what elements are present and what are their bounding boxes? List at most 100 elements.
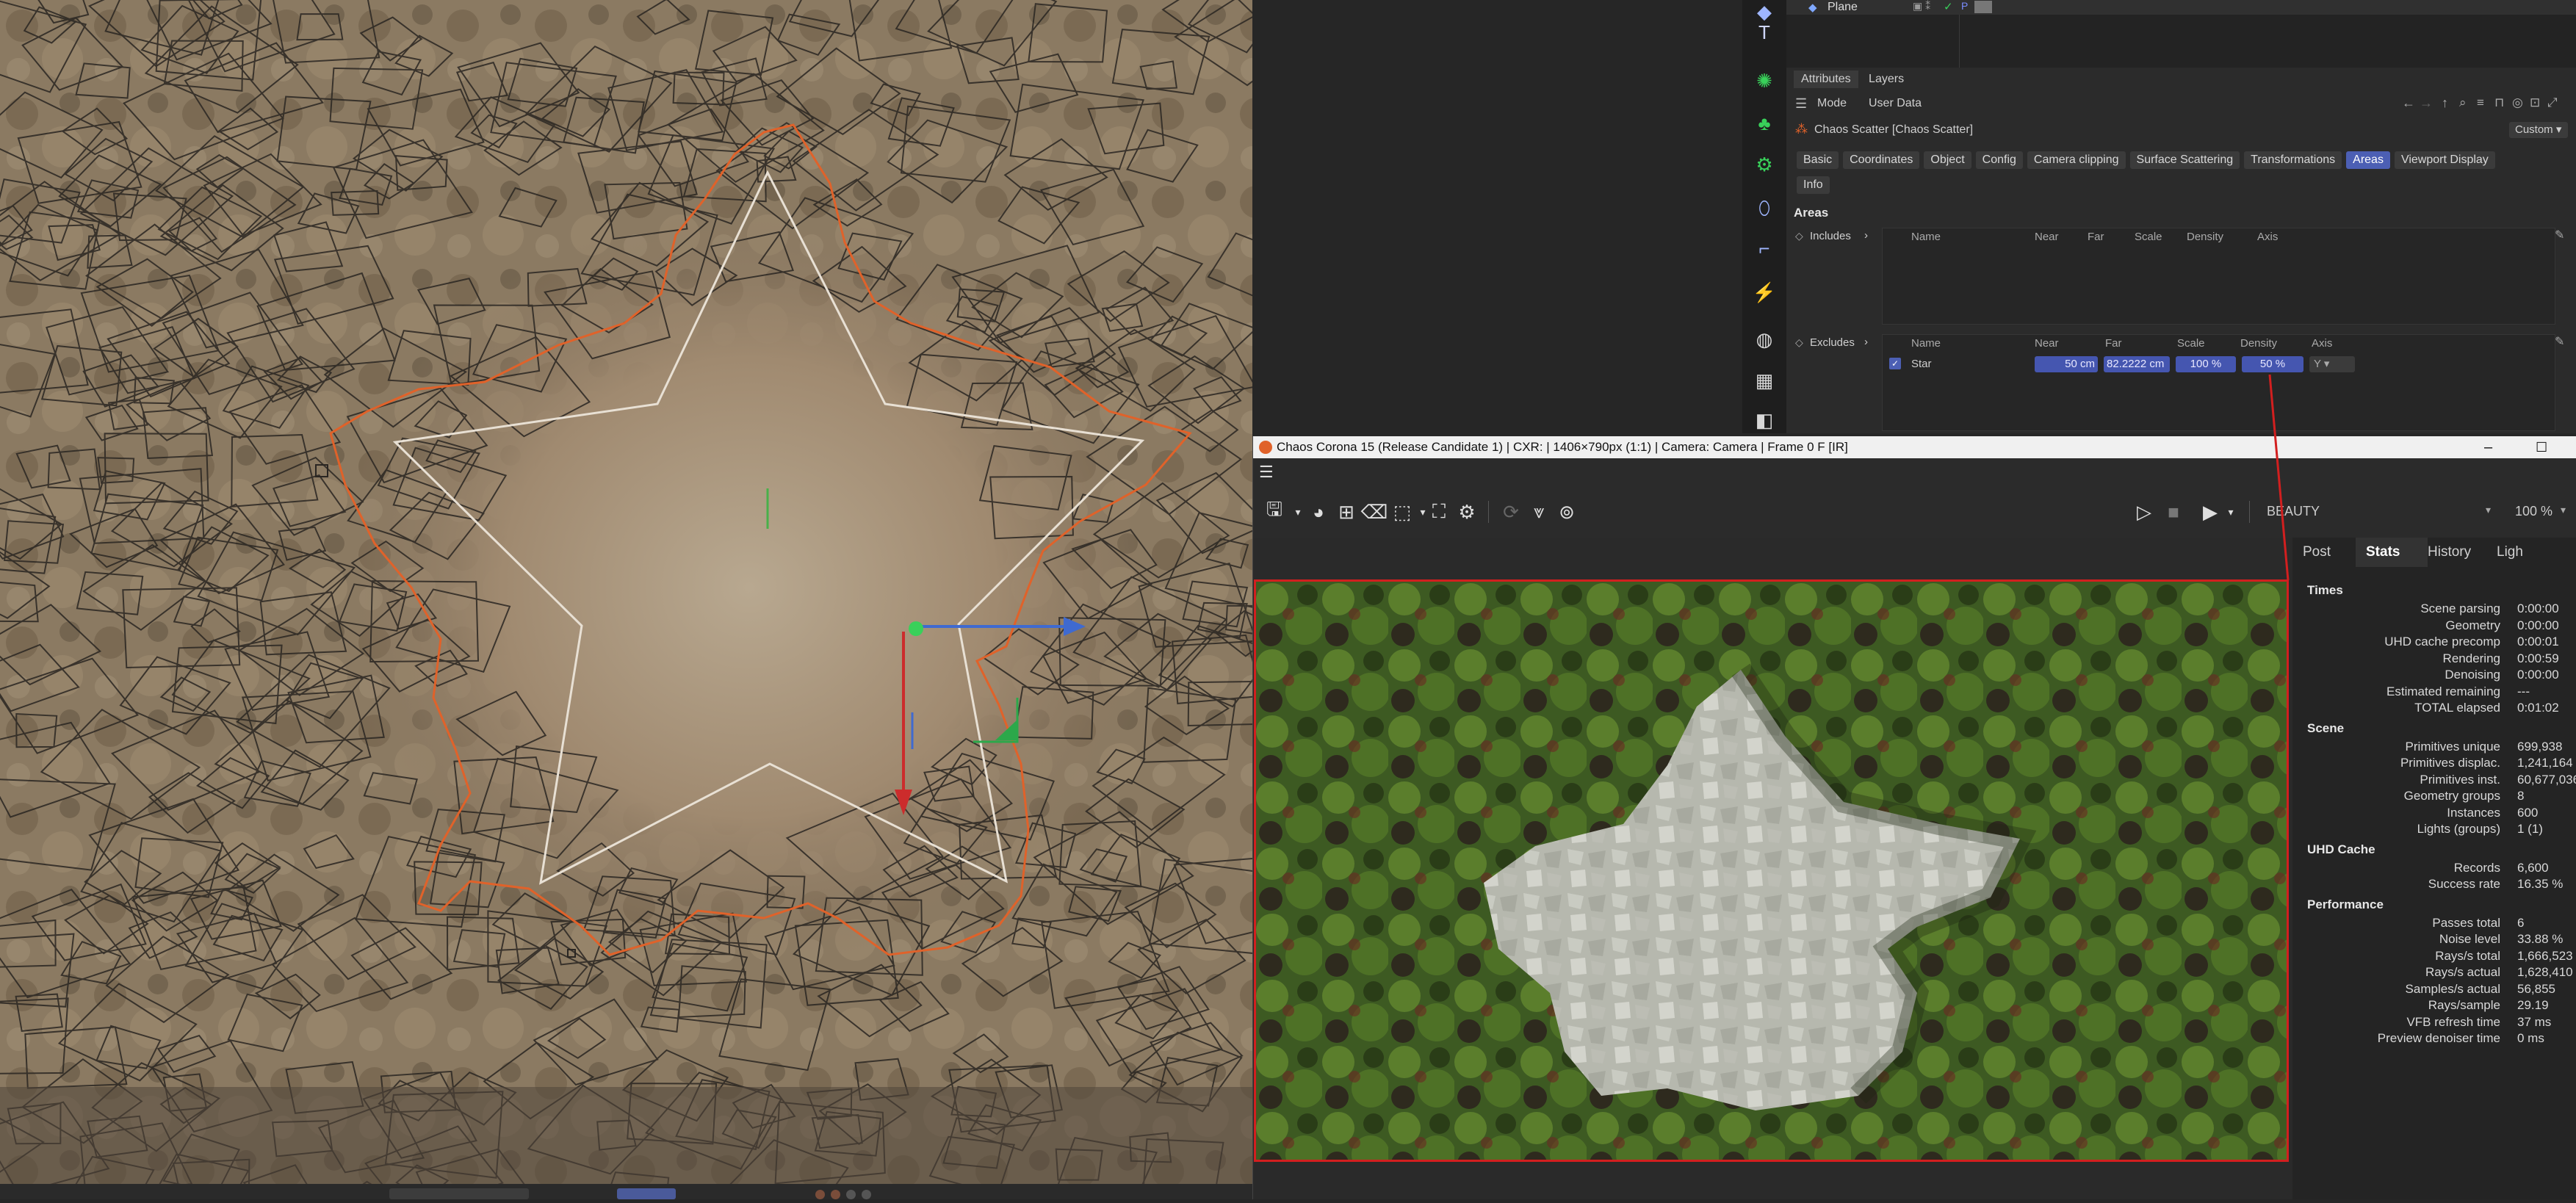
tab-coordinates[interactable]: Coordinates xyxy=(1843,151,1920,169)
eraser-icon[interactable]: ⌫ xyxy=(1361,499,1388,524)
nav-up-icon[interactable]: ↑ xyxy=(2442,95,2448,111)
stat-value: 1 (1) xyxy=(2517,822,2543,836)
channel-select[interactable]: BEAUTY xyxy=(2267,504,2320,519)
maximize-icon[interactable]: ☐ xyxy=(2536,436,2547,458)
stat-label: Lights (groups) xyxy=(2417,822,2500,836)
timeline-field[interactable] xyxy=(389,1188,529,1199)
3d-viewport[interactable] xyxy=(0,0,1252,1199)
deformer-icon[interactable]: ⬯ xyxy=(1753,197,1776,220)
stat-value: 1,628,410 xyxy=(2517,965,2573,979)
lock-icon[interactable]: ⊓ xyxy=(2494,95,2504,110)
stat-label: Geometry groups xyxy=(2403,789,2500,803)
effector-icon[interactable]: ⚙ xyxy=(1753,153,1776,176)
includes-expand-icon[interactable]: › xyxy=(1864,229,1868,242)
channel-dropdown-icon[interactable]: ▾ xyxy=(2486,504,2491,516)
object-row[interactable]: ◆ Plane ▣ ⁑ ✓ P xyxy=(1786,0,2576,15)
chaos-logo-icon[interactable]: ⩔ xyxy=(1526,499,1551,524)
tab-transformations[interactable]: Transformations xyxy=(2244,151,2342,169)
tab-surface-scattering[interactable]: Surface Scattering xyxy=(2129,151,2240,169)
far-field[interactable]: 82.2222 cm xyxy=(2104,356,2170,372)
stat-value: 1,666,523 xyxy=(2517,948,2573,963)
ipr-dropdown-icon[interactable]: ▾ xyxy=(2218,499,2243,524)
render-image[interactable] xyxy=(1254,579,2289,1162)
stat-value: 16.35 % xyxy=(2517,877,2564,891)
search-icon[interactable]: ⌕ xyxy=(2459,95,2467,110)
excludes-keyframe-icon[interactable]: ◇ xyxy=(1795,336,1803,349)
start-render-icon[interactable]: ▷ xyxy=(2132,499,2157,524)
text-tool-icon[interactable]: T xyxy=(1753,21,1776,44)
preset-dropdown[interactable]: Custom ▾ xyxy=(2509,122,2568,138)
stop-render-icon[interactable]: ■ xyxy=(2161,499,2186,524)
vfb-menu-bar: ☰ xyxy=(1253,458,2576,486)
add-icon[interactable]: ⊞ xyxy=(1334,499,1359,524)
excludes-col-density: Density xyxy=(2240,337,2278,350)
includes-list: ◇ Includes › Name Near Far Scale Density… xyxy=(1786,228,2576,338)
camera-icon[interactable]: ▦ xyxy=(1753,369,1776,392)
vfb-toolbar: 🖫 ▾ ◕ ⊞ ⌫ ⬚ ▾ ⛶ ⚙ ⟳ ⩔ ⊚ ▷ ■ ▶ ▾ BEAUTY ▾… xyxy=(1253,486,2576,538)
interactive-icon[interactable]: ⊚ xyxy=(1554,499,1579,524)
phong-tag-icon[interactable]: P xyxy=(1961,0,1968,12)
scale-field[interactable]: 100 % xyxy=(2176,356,2236,372)
field-icon[interactable]: ⚡ xyxy=(1753,281,1776,304)
nav-forward-icon[interactable]: → xyxy=(2420,95,2433,111)
includes-label[interactable]: Includes xyxy=(1810,230,1851,242)
material-tag-icon[interactable] xyxy=(1974,1,1992,13)
generator-icon[interactable]: ✺ xyxy=(1753,69,1776,93)
tab-basic[interactable]: Basic xyxy=(1797,151,1839,169)
focus-icon[interactable]: ⛶ xyxy=(1426,499,1451,524)
tab-viewport-display[interactable]: Viewport Display xyxy=(2394,151,2495,169)
timeline-active-button[interactable] xyxy=(617,1188,676,1199)
excludes-edit-icon[interactable]: ✎ xyxy=(2555,334,2564,349)
playback-controls[interactable] xyxy=(815,1190,877,1203)
includes-keyframe-icon[interactable]: ◇ xyxy=(1795,230,1803,242)
attribute-menu-bar: ☰ Mode User Data ← → ↑ ⌕ ≡ ⊓ ◎ ⊡ ⤢ xyxy=(1786,94,2576,115)
density-field[interactable]: 50 % xyxy=(2242,356,2303,372)
enabled-check-icon[interactable]: ✓ xyxy=(1944,0,1953,13)
stat-label: Records xyxy=(2453,860,2500,875)
near-field[interactable]: 50 cm xyxy=(2035,356,2098,372)
stats-panel: Post Stats History Ligh Times Scene parsi… xyxy=(2292,538,2576,1199)
stat-label: Primitives inst. xyxy=(2420,772,2500,787)
new-manager-icon[interactable]: ⊡ xyxy=(2530,95,2540,110)
light-icon[interactable]: ◧ xyxy=(1753,408,1776,432)
refresh-icon[interactable]: ⟳ xyxy=(1498,499,1523,524)
excludes-label[interactable]: Excludes xyxy=(1810,336,1855,349)
minimize-icon[interactable]: – xyxy=(2484,436,2492,458)
viewport-floor-shade xyxy=(0,1087,1252,1199)
tab-camera-clipping[interactable]: Camera clipping xyxy=(2027,151,2126,169)
vfb-title-bar[interactable]: Chaos Corona 15 (Release Candidate 1) | … xyxy=(1253,436,2576,458)
includes-edit-icon[interactable]: ✎ xyxy=(2555,228,2564,242)
nav-back-icon[interactable]: ← xyxy=(2402,95,2415,111)
tab-areas[interactable]: Areas xyxy=(2346,151,2390,169)
spline-tool-icon[interactable]: ⌐ xyxy=(1753,236,1776,260)
mode-menu[interactable]: Mode xyxy=(1817,97,1847,110)
expand-icon[interactable]: ⤢ xyxy=(2547,95,2558,110)
stat-value: 37 ms xyxy=(2517,1014,2552,1029)
axis-dropdown[interactable]: Y ▾ xyxy=(2309,356,2355,372)
row-enabled-checkbox[interactable]: ✓ xyxy=(1889,358,1901,369)
tab-attributes[interactable]: Attributes xyxy=(1794,71,1858,88)
object-name: Plane xyxy=(1828,1,1858,13)
excludes-expand-icon[interactable]: › xyxy=(1864,336,1868,348)
filter-icon[interactable]: ≡ xyxy=(2477,95,2484,110)
hamburger-menu-icon[interactable]: ☰ xyxy=(1795,96,1807,112)
material-preview-icon[interactable]: ◕ xyxy=(1306,499,1331,524)
tab-config[interactable]: Config xyxy=(1975,151,2023,169)
tab-object[interactable]: Object xyxy=(1924,151,1971,169)
zoom-dropdown-icon[interactable]: ▾ xyxy=(2561,504,2566,516)
cloner-icon[interactable]: ♣ xyxy=(1753,112,1776,135)
excludes-table xyxy=(1882,334,2555,431)
gizmo-center[interactable] xyxy=(909,621,923,636)
includes-col-density: Density xyxy=(2187,231,2224,243)
table-row[interactable]: ✓ Star 50 cm 82.2222 cm 100 % 50 % Y ▾ xyxy=(1882,355,2554,374)
excludes-col-name: Name xyxy=(1911,337,1941,350)
settings-gear-icon[interactable]: ⚙ xyxy=(1454,499,1479,524)
user-data-menu[interactable]: User Data xyxy=(1869,97,1922,110)
zoom-select[interactable]: 100 % xyxy=(2515,504,2552,519)
save-icon[interactable]: 🖫 xyxy=(1262,498,1287,524)
scene-icon[interactable]: ◍ xyxy=(1753,328,1776,351)
settings-icon[interactable]: ◎ xyxy=(2512,95,2523,110)
tab-layers[interactable]: Layers xyxy=(1861,71,1911,88)
tab-info[interactable]: Info xyxy=(1797,176,1830,194)
vfb-menu-icon[interactable]: ☰ xyxy=(1259,463,1274,482)
